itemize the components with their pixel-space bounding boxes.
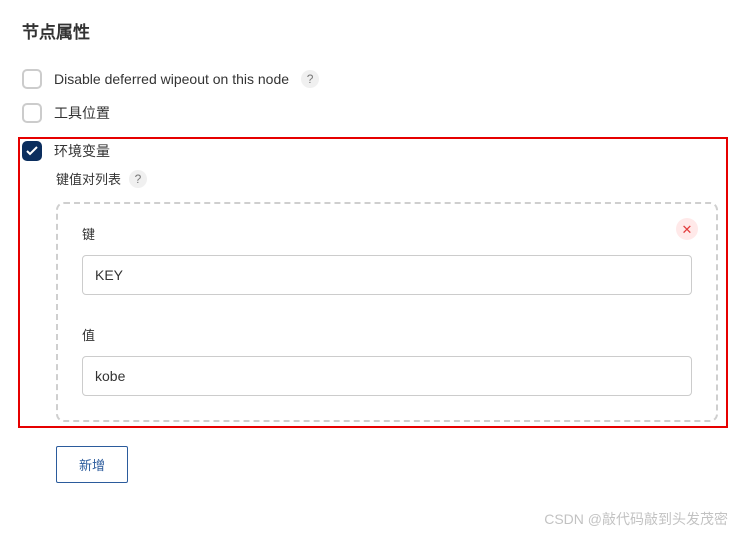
option-env-vars: 环境变量 bbox=[22, 141, 718, 161]
option-label: Disable deferred wipeout on this node bbox=[54, 71, 289, 87]
help-icon[interactable]: ? bbox=[129, 170, 147, 188]
kv-entry-panel: ✕ 键 值 bbox=[56, 202, 718, 422]
key-input[interactable] bbox=[82, 255, 692, 295]
option-label: 环境变量 bbox=[54, 141, 110, 161]
value-input[interactable] bbox=[82, 356, 692, 396]
checkbox-disable-wipeout[interactable] bbox=[22, 69, 42, 89]
delete-button[interactable]: ✕ bbox=[676, 218, 698, 240]
help-icon[interactable]: ? bbox=[301, 70, 319, 88]
page-title: 节点属性 bbox=[22, 18, 728, 43]
watermark: CSDN @敲代码敲到头发茂密 bbox=[544, 509, 728, 529]
env-footer: 新增 bbox=[56, 428, 728, 483]
option-label: 工具位置 bbox=[54, 103, 110, 123]
kv-list-label-row: 键值对列表 ? bbox=[56, 169, 718, 188]
option-tool-location: 工具位置 bbox=[22, 103, 728, 123]
key-label: 键 bbox=[82, 224, 692, 243]
checkbox-env-vars[interactable] bbox=[22, 141, 42, 161]
value-label: 值 bbox=[82, 325, 692, 344]
key-field-group: 键 bbox=[82, 224, 692, 295]
value-field-group: 值 bbox=[82, 325, 692, 396]
env-section: 键值对列表 ? ✕ 键 值 bbox=[56, 169, 718, 422]
highlight-box: 环境变量 键值对列表 ? ✕ 键 值 bbox=[18, 137, 728, 428]
option-disable-wipeout: Disable deferred wipeout on this node ? bbox=[22, 69, 728, 89]
kv-list-label: 键值对列表 bbox=[56, 169, 121, 188]
add-button[interactable]: 新增 bbox=[56, 446, 128, 483]
checkbox-tool-location[interactable] bbox=[22, 103, 42, 123]
close-icon: ✕ bbox=[682, 223, 693, 236]
